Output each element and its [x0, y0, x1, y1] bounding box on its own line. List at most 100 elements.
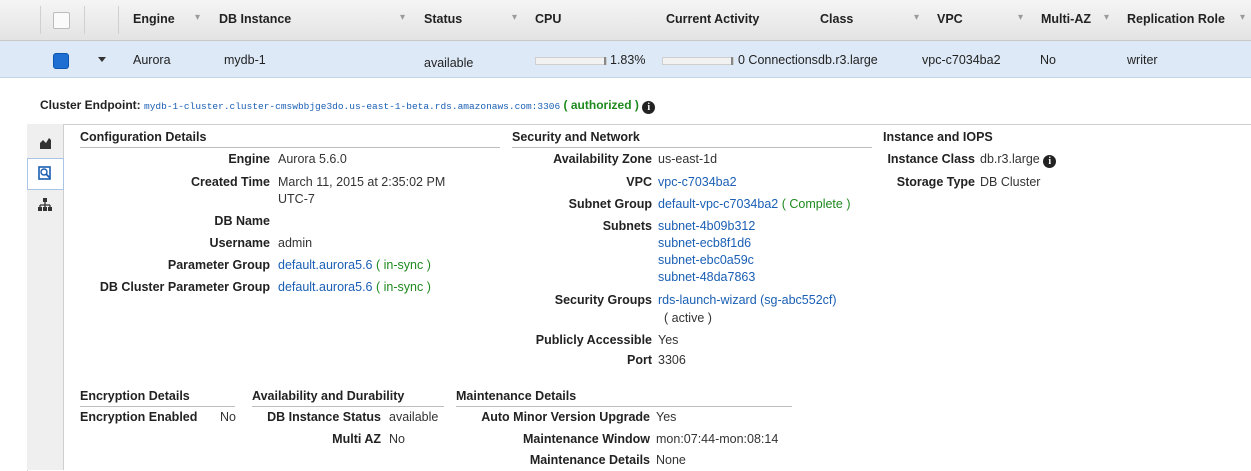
magnify-details-icon [38, 166, 51, 180]
parameter-group-status: ( in-sync ) [376, 258, 431, 272]
chevron-down-icon[interactable]: ▾ [195, 12, 200, 23]
cluster-parameter-group-label: DB Cluster Parameter Group [99, 280, 270, 294]
port-value: 3306 [658, 353, 686, 367]
column-class[interactable]: Class [820, 12, 853, 26]
maintenance-window-label: Maintenance Window [523, 432, 650, 446]
created-time-label: Created Time [191, 175, 270, 189]
monitoring-tab[interactable] [28, 128, 62, 158]
cpu-bar-fill [604, 57, 606, 65]
created-time-zone: UTC-7 [278, 192, 315, 206]
vpc-link[interactable]: vpc-c7034ba2 [658, 175, 737, 189]
info-icon[interactable]: i [642, 101, 656, 114]
cell-cpu: 1.83% [610, 53, 646, 67]
select-all-checkbox[interactable] [53, 12, 70, 29]
db-instance-status-label: DB Instance Status [267, 410, 381, 424]
db-name-label: DB Name [214, 214, 270, 228]
column-divider [84, 6, 85, 34]
subnet-group-link[interactable]: default-vpc-c7034ba2 [658, 197, 778, 211]
publicly-accessible-value: Yes [658, 333, 679, 347]
subnet-link[interactable]: subnet-4b09b312 [658, 219, 755, 233]
table-row[interactable]: Aurora mydb-1 available 1.83% 0 Connecti… [0, 41, 1251, 78]
cell-multi-az: No [1040, 53, 1056, 67]
cluster-endpoint: Cluster Endpoint: mydb-1-cluster.cluster… [40, 98, 656, 114]
encryption-enabled-value: No [220, 410, 236, 424]
row-checkbox[interactable] [53, 53, 69, 69]
instance-class-value: db.r3.large i [980, 152, 1057, 168]
cell-engine: Aurora [133, 53, 171, 67]
chevron-down-icon[interactable]: ▾ [1240, 12, 1245, 23]
parameter-group-value: default.aurora5.6 ( in-sync ) [278, 258, 431, 272]
multi-az-value: No [389, 432, 405, 446]
security-network-heading: Security and Network [512, 130, 872, 148]
activity-bar [662, 57, 734, 65]
subnets-label: Subnets [602, 219, 652, 233]
publicly-accessible-label: Publicly Accessible [535, 333, 652, 347]
column-status[interactable]: Status [424, 12, 462, 26]
cluster-parameter-group-status: ( in-sync ) [376, 280, 431, 294]
subnet-link[interactable]: subnet-ecb8f1d6 [658, 236, 751, 250]
cell-replication-role: writer [1127, 53, 1158, 67]
vpc-value: vpc-c7034ba2 [658, 175, 737, 189]
info-icon[interactable]: i [1043, 155, 1057, 168]
security-group-link[interactable]: rds-launch-wizard (sg-abc552cf) [658, 293, 837, 307]
chevron-down-icon[interactable]: ▾ [1018, 12, 1023, 23]
multi-az-label: Multi AZ [332, 432, 381, 446]
availability-zone-value: us-east-1d [658, 152, 718, 166]
column-divider [118, 6, 119, 34]
instance-iops-heading: Instance and IOPS [883, 130, 993, 144]
created-time-value: March 11, 2015 at 2:35:02 PM [278, 175, 446, 189]
topology-tab[interactable] [28, 190, 62, 220]
column-db-instance[interactable]: DB Instance [219, 12, 291, 26]
maintenance-details-value: None [656, 453, 686, 467]
encryption-enabled-label: Encryption Enabled [80, 410, 198, 424]
column-divider [40, 6, 41, 34]
column-cpu[interactable]: CPU [535, 12, 561, 26]
activity-bar-fill [731, 57, 733, 65]
column-vpc[interactable]: VPC [937, 12, 963, 26]
auto-minor-upgrade-value: Yes [656, 410, 677, 424]
cell-status: available [424, 56, 474, 70]
expand-caret-icon[interactable] [98, 57, 106, 62]
cell-vpc: vpc-c7034ba2 [922, 53, 1001, 67]
username-label: Username [209, 236, 270, 250]
chevron-down-icon[interactable]: ▾ [914, 12, 919, 23]
parameter-group-label: Parameter Group [167, 258, 270, 272]
cell-current-activity: 0 Connections [738, 53, 818, 67]
maintenance-details-label: Maintenance Details [529, 453, 650, 467]
auto-minor-upgrade-label: Auto Minor Version Upgrade [481, 410, 650, 424]
cluster-endpoint-label: Cluster Endpoint: [40, 98, 141, 112]
storage-type-label: Storage Type [896, 175, 975, 189]
subnet-group-status: ( Complete ) [781, 197, 851, 211]
maintenance-details-heading: Maintenance Details [456, 389, 792, 407]
chevron-down-icon[interactable]: ▾ [400, 12, 405, 23]
cpu-bar [535, 57, 607, 65]
cluster-parameter-group-value: default.aurora5.6 ( in-sync ) [278, 280, 431, 294]
subnet-link[interactable]: subnet-48da7863 [658, 270, 755, 284]
availability-durability-heading: Availability and Durability [252, 389, 444, 407]
engine-value: Aurora 5.6.0 [278, 152, 347, 166]
column-multi-az[interactable]: Multi-AZ [1041, 12, 1091, 26]
security-groups-label: Security Groups [554, 293, 652, 307]
chevron-down-icon[interactable]: ▾ [512, 12, 517, 23]
chevron-down-icon[interactable]: ▾ [1104, 12, 1109, 23]
cluster-endpoint-url[interactable]: mydb-1-cluster.cluster-cmswbbjge3do.us-e… [144, 101, 560, 112]
instance-class-label: Instance Class [887, 152, 975, 166]
storage-type-value: DB Cluster [980, 175, 1041, 189]
engine-label: Engine [228, 152, 270, 166]
db-instance-status-value: available [389, 410, 439, 424]
column-current-activity[interactable]: Current Activity [666, 12, 759, 26]
cluster-parameter-group-link[interactable]: default.aurora5.6 [278, 280, 373, 294]
cell-class: db.r3.large [818, 53, 878, 67]
cluster-endpoint-status: ( authorized ) [563, 98, 639, 112]
availability-zone-label: Availability Zone [553, 152, 652, 166]
subnet-group-value: default-vpc-c7034ba2 ( Complete ) [658, 197, 851, 211]
subnet-link[interactable]: subnet-ebc0a59c [658, 253, 754, 267]
column-engine[interactable]: Engine [133, 12, 175, 26]
parameter-group-link[interactable]: default.aurora5.6 [278, 258, 373, 272]
port-label: Port [627, 353, 652, 367]
maintenance-window-value: mon:07:44-mon:08:14 [656, 432, 779, 446]
column-replication-role[interactable]: Replication Role [1127, 12, 1225, 26]
vpc-label: VPC [626, 175, 652, 189]
configuration-details-heading: Configuration Details [80, 130, 500, 148]
details-tab[interactable] [27, 158, 64, 190]
